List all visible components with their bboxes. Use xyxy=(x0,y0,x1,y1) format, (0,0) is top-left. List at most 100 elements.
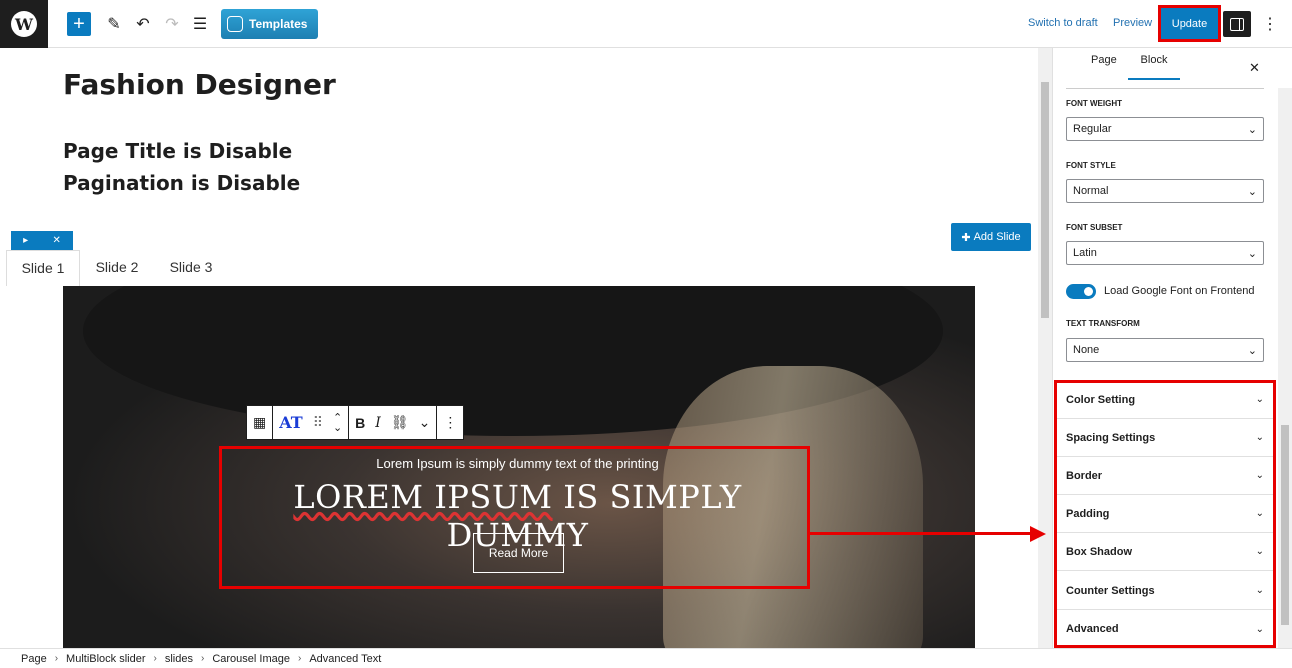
close-sidebar-icon[interactable]: ✕ xyxy=(1249,60,1260,76)
chevron-down-icon: ⌄ xyxy=(1255,508,1264,519)
breadcrumb-item[interactable]: MultiBlock slider xyxy=(66,653,145,665)
annotation-arrow-head xyxy=(1030,526,1046,542)
font-weight-value: Regular xyxy=(1073,123,1112,135)
text-transform-value: None xyxy=(1073,344,1100,356)
text-transform-label: Text Transform xyxy=(1066,319,1140,328)
add-slide-label: Add Slide xyxy=(973,231,1021,243)
preview-link[interactable]: Preview xyxy=(1113,17,1152,29)
font-style-value: Normal xyxy=(1073,185,1109,197)
close-icon[interactable]: ✕ xyxy=(52,235,60,246)
page-title[interactable]: Fashion Designer xyxy=(63,68,336,101)
panel-advanced[interactable]: Advanced ⌄ xyxy=(1057,610,1273,648)
editor-scroll-thumb[interactable] xyxy=(1041,82,1049,318)
redo-icon[interactable]: ↷ xyxy=(160,12,184,36)
more-format-chevron-icon[interactable]: ⌄ xyxy=(419,414,431,431)
block-type-icon[interactable]: ▦ xyxy=(253,414,266,431)
chevron-down-icon: ⌄ xyxy=(1255,470,1264,481)
chevron-down-icon: ⌄ xyxy=(1247,248,1257,260)
font-subset-label: Font Subset xyxy=(1066,223,1123,232)
add-slide-button[interactable]: ✚ Add Slide xyxy=(951,223,1031,251)
wordpress-logo[interactable]: W xyxy=(0,0,48,48)
toolbar-group-move: AT ⠿ ⌃ ⌄ xyxy=(273,406,350,439)
chevron-down-icon: ⌄ xyxy=(1255,585,1264,596)
font-weight-select[interactable]: Regular ⌄ xyxy=(1066,117,1264,141)
slide-subtitle[interactable]: Lorem Ipsum is simply dummy text of the … xyxy=(220,456,815,471)
panel-spacing-settings[interactable]: Spacing Settings ⌄ xyxy=(1057,419,1273,457)
templates-label: Templates xyxy=(249,17,308,31)
undo-icon[interactable]: ↶ xyxy=(131,12,155,36)
google-font-toggle[interactable] xyxy=(1066,284,1096,299)
link-icon[interactable]: ⛓ xyxy=(391,414,409,431)
chevron-right-icon: › xyxy=(297,653,302,664)
tab-slide-3[interactable]: Slide 3 xyxy=(154,250,228,286)
chevron-down-icon: ⌄ xyxy=(1255,623,1264,635)
panel-box-shadow[interactable]: Box Shadow ⌄ xyxy=(1057,533,1273,571)
settings-sidebar-toggle[interactable] xyxy=(1223,11,1251,37)
chevron-down-icon: ⌄ xyxy=(1255,432,1264,443)
panel-label: Spacing Settings xyxy=(1066,431,1156,444)
font-subset-value: Latin xyxy=(1073,247,1097,259)
more-options-icon[interactable]: ⋮ xyxy=(1262,14,1278,34)
tab-slide-1[interactable]: Slide 1 xyxy=(6,250,80,286)
sidebar-divider xyxy=(1066,88,1264,89)
breadcrumb-item[interactable]: slides xyxy=(165,653,193,665)
breadcrumb-item[interactable]: Advanced Text xyxy=(309,653,381,665)
tab-block[interactable]: Block xyxy=(1128,54,1180,80)
templates-button[interactable]: Templates xyxy=(221,9,318,39)
font-weight-label: Font Weight xyxy=(1066,99,1122,108)
chevron-down-icon: ⌄ xyxy=(1247,186,1257,198)
panel-color-setting[interactable]: Color Setting ⌄ xyxy=(1057,381,1273,419)
font-style-label: Font Style xyxy=(1066,161,1116,170)
drag-handle-icon[interactable]: ⠿ xyxy=(313,414,323,431)
breadcrumb-item[interactable]: Page xyxy=(21,653,47,665)
sidebar-scrollbar[interactable] xyxy=(1278,88,1292,648)
toolbar-group-block: ▦ xyxy=(247,406,274,439)
heading-pagination-disable[interactable]: Pagination is Disable xyxy=(63,171,300,195)
panel-counter-settings[interactable]: Counter Settings ⌄ xyxy=(1057,572,1273,610)
annotation-arrow xyxy=(810,532,1032,535)
panel-border[interactable]: Border ⌄ xyxy=(1057,457,1273,495)
top-toolbar: W + ✎ ↶ ↷ ☰ Templates Switch to draft Pr… xyxy=(0,0,1292,48)
play-icon[interactable]: ▸ xyxy=(23,235,28,246)
slide-tabs: Slide 1 Slide 2 Slide 3 xyxy=(6,250,228,286)
panel-padding[interactable]: Padding ⌄ xyxy=(1057,495,1273,533)
advanced-text-icon[interactable]: AT xyxy=(279,413,302,432)
font-subset-select[interactable]: Latin ⌄ xyxy=(1066,241,1264,265)
read-more-button[interactable]: Read More xyxy=(473,533,564,573)
block-options-icon[interactable]: ⋮ xyxy=(443,414,457,431)
chevron-right-icon: › xyxy=(153,653,157,664)
panel-label: Color Setting xyxy=(1066,393,1136,406)
sidebar-scroll-thumb[interactable] xyxy=(1281,425,1289,625)
slide-heading-part1: LOREM IPSUM xyxy=(293,478,553,516)
plus-icon: ✚ xyxy=(961,231,971,244)
switch-to-draft-link[interactable]: Switch to draft xyxy=(1028,17,1098,29)
sidebar-icon xyxy=(1230,17,1244,31)
wordpress-icon: W xyxy=(11,11,37,37)
bold-button[interactable]: B xyxy=(355,415,365,431)
chevron-down-icon: ⌄ xyxy=(1247,124,1257,136)
panel-label: Box Shadow xyxy=(1066,545,1133,558)
move-up-down-icon[interactable]: ⌃ ⌄ xyxy=(333,412,342,433)
chevron-right-icon: › xyxy=(200,653,205,664)
heading-page-title-disable[interactable]: Page Title is Disable xyxy=(63,139,292,163)
google-font-toggle-label: Load Google Font on Frontend xyxy=(1104,285,1255,297)
edit-pencil-icon[interactable]: ✎ xyxy=(102,12,126,36)
breadcrumb-item[interactable]: Carousel Image xyxy=(212,653,290,665)
list-view-icon[interactable]: ☰ xyxy=(188,12,212,36)
chevron-down-icon: ⌄ xyxy=(1247,345,1257,357)
tab-page[interactable]: Page xyxy=(1091,54,1117,66)
panel-label: Counter Settings xyxy=(1066,584,1155,597)
tab-slide-2[interactable]: Slide 2 xyxy=(80,250,154,286)
slider-controls: ▸ ✕ xyxy=(11,231,73,250)
add-block-button[interactable]: + xyxy=(67,12,91,36)
update-button[interactable]: Update xyxy=(1158,5,1221,42)
panel-label: Border xyxy=(1066,469,1103,482)
chevron-right-icon: › xyxy=(54,653,59,664)
italic-button[interactable]: I xyxy=(375,415,381,431)
templates-icon xyxy=(227,16,243,32)
text-transform-select[interactable]: None ⌄ xyxy=(1066,338,1264,362)
editor-scrollbar[interactable] xyxy=(1038,48,1052,648)
breadcrumb: Page › MultiBlock slider › slides › Caro… xyxy=(0,648,1292,668)
toolbar-group-format: B I ⛓ ⌄ xyxy=(349,406,438,439)
font-style-select[interactable]: Normal ⌄ xyxy=(1066,179,1264,203)
